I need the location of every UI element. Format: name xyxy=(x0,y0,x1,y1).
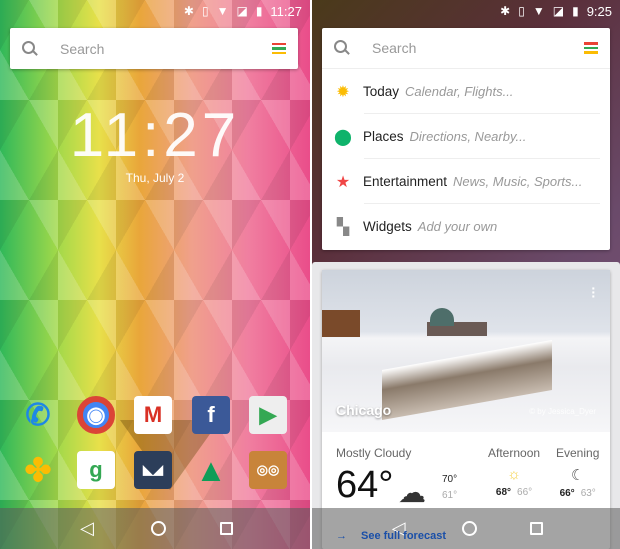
partly-cloudy-night-icon: ☾ xyxy=(570,467,585,484)
nav-bar: ◁ xyxy=(312,508,620,549)
app-phone[interactable]: ✆ xyxy=(19,396,57,434)
no-sim-icon: ◪ xyxy=(552,4,565,18)
cardboard-icon: ◎◎ xyxy=(256,462,280,477)
app-play-store[interactable]: ▶ xyxy=(249,396,287,434)
forecast-evening: Evening ☾ 66° 63° xyxy=(556,446,599,499)
phone-icon: ✆ xyxy=(25,398,51,432)
search-bar-inner[interactable]: Search xyxy=(334,40,598,56)
app-gmail[interactable]: M xyxy=(134,396,172,434)
bluetooth-icon: ✱ xyxy=(500,4,511,18)
menu-item-label: Places xyxy=(363,129,404,144)
forecast-high: 66° xyxy=(559,488,575,499)
photo-credit: © by Jessica_Dyer xyxy=(529,407,596,416)
no-sim-icon: ◪ xyxy=(236,4,248,18)
battery-icon: ▮ xyxy=(572,4,579,18)
menu-list: ✹ Today Calendar, Flights... ⬤ Places Directi… xyxy=(322,69,610,249)
wifi-icon: ▼ xyxy=(216,4,229,18)
high-temp: 70° xyxy=(442,474,458,485)
app-facebook[interactable]: f xyxy=(192,396,230,434)
status-bar: ✱ ▯ ▼ ◪ ▮ 11:27 xyxy=(0,0,310,22)
status-bar: ✱ ▯ ▼ ◪ ▮ 9:25 xyxy=(312,0,620,22)
menu-item-entertainment[interactable]: ★ Entertainment News, Music, Sports... xyxy=(322,159,610,204)
google-now-icon[interactable] xyxy=(272,42,286,55)
chrome-icon: ◉ xyxy=(86,402,106,427)
home-button[interactable] xyxy=(151,521,166,536)
sun-icon: ☼ xyxy=(507,466,521,483)
sun-icon: ✹ xyxy=(336,83,350,101)
bluetooth-icon: ✱ xyxy=(183,4,194,18)
widgets-icon: ▚ xyxy=(336,218,350,236)
google-now-icon[interactable] xyxy=(584,42,598,54)
forecast-low: 63° xyxy=(580,488,596,499)
forecast-afternoon: Afternoon ☼ 68° 66° xyxy=(488,446,540,498)
search-icon xyxy=(334,40,350,56)
app-maps[interactable]: g xyxy=(77,451,115,489)
search-placeholder: Search xyxy=(372,40,417,56)
search-placeholder: Search xyxy=(60,40,105,57)
star-icon: ★ xyxy=(335,173,351,191)
menu-item-hint: News, Music, Sports... xyxy=(453,174,583,189)
maps-icon: g xyxy=(89,457,103,482)
forecast-label: Afternoon xyxy=(488,446,541,460)
status-time: 9:25 xyxy=(586,3,612,19)
menu-item-label: Widgets xyxy=(363,219,412,234)
menu-item-widgets[interactable]: ▚ Widgets Add your own xyxy=(322,204,610,249)
recents-button[interactable] xyxy=(530,522,544,535)
location-pin-icon: ⬤ xyxy=(334,128,352,146)
weather-condition: Mostly Cloudy xyxy=(336,446,412,460)
menu-item-label: Today xyxy=(363,84,400,99)
low-temp: 61° xyxy=(442,490,458,501)
forecast-low: 66° xyxy=(517,487,533,498)
clock-widget[interactable]: 11:27 xyxy=(0,100,310,171)
wifi-icon: ▼ xyxy=(532,4,545,18)
nav-bar: ◁ xyxy=(0,508,310,549)
cloud-icon: ☁ xyxy=(398,477,426,508)
battery-icon: ▮ xyxy=(255,4,263,18)
falcon-icon: ◣◢ xyxy=(143,462,163,477)
play-store-icon: ▶ xyxy=(259,402,277,427)
status-time: 11:27 xyxy=(270,3,302,19)
gmail-icon: M xyxy=(143,402,163,427)
vibrate-icon: ▯ xyxy=(518,4,525,18)
search-icon xyxy=(22,40,38,57)
app-falcon[interactable]: ◣◢ xyxy=(134,451,172,489)
see-full-forecast-link[interactable]: → See full forecast xyxy=(336,530,446,542)
menu-item-today[interactable]: ✹ Today Calendar, Flights... xyxy=(322,69,610,114)
menu-item-places[interactable]: ⬤ Places Directions, Nearby... xyxy=(322,114,610,159)
photos-icon: ✤ xyxy=(24,452,52,488)
forecast-label: Evening xyxy=(556,446,600,460)
vibrate-icon: ▯ xyxy=(201,4,209,18)
search-bar[interactable]: Search xyxy=(322,28,610,69)
drive-icon: ▲ xyxy=(195,451,227,488)
current-temp: 64° xyxy=(336,464,394,506)
app-drive[interactable]: ▲ xyxy=(192,451,230,489)
link-label: See full forecast xyxy=(361,530,446,542)
home-button[interactable] xyxy=(461,521,477,536)
back-button[interactable]: ◁ xyxy=(77,518,97,539)
menu-item-label: Entertainment xyxy=(363,174,448,189)
app-photos[interactable]: ✤ xyxy=(19,451,57,489)
city-name: Chicago xyxy=(336,402,392,418)
city-photo: Chicago © by Jessica_Dyer · · · xyxy=(322,270,610,432)
search-bar[interactable]: Search xyxy=(10,28,298,69)
app-cardboard[interactable]: ◎◎ xyxy=(249,451,287,489)
date-label: Thu, July 2 xyxy=(125,171,185,185)
menu-item-hint: Add your own xyxy=(417,219,498,234)
recents-button[interactable] xyxy=(220,522,233,535)
facebook-icon: f xyxy=(207,402,215,427)
menu-item-hint: Directions, Nearby... xyxy=(409,129,527,144)
app-chrome[interactable]: ◉ xyxy=(77,396,115,434)
forecast-high: 68° xyxy=(495,487,512,498)
more-options-icon[interactable]: · · · xyxy=(591,281,596,303)
home-screen: ✱ ▯ ▼ ◪ ▮ 11:27 Search 11:27 Thu, July 2… xyxy=(0,0,310,549)
arrow-right-icon: → xyxy=(336,530,347,542)
launcher-search-screen: ✱ ▯ ▼ ◪ ▮ 9:25 Search ✹ Today Calendar, Fl… xyxy=(312,0,620,549)
menu-item-hint: Calendar, Flights... xyxy=(405,84,514,99)
search-menu-card: Search ✹ Today Calendar, Flights... ⬤ Places… xyxy=(322,28,610,250)
